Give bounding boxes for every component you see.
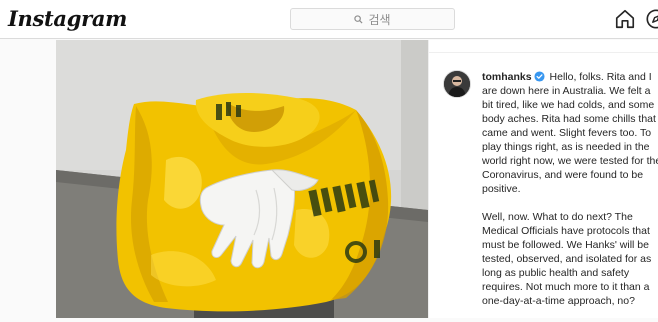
caption-text: Hello, folks. Rita and I are down here i… <box>482 71 658 195</box>
compass-icon[interactable] <box>645 8 658 30</box>
post-photo[interactable] <box>56 40 428 318</box>
caption-paragraph: tomhanks Hello, folks. Rita and I are do… <box>482 70 658 196</box>
search-icon <box>354 14 363 24</box>
panel-divider <box>429 52 658 53</box>
home-icon[interactable] <box>614 8 636 30</box>
caption-text: Well, now. What to do next? The Medical … <box>482 211 652 307</box>
top-navigation-bar: Instagram 검색 <box>0 0 658 39</box>
instagram-logo[interactable]: Instagram <box>8 6 127 31</box>
author-username[interactable]: tomhanks <box>482 71 532 83</box>
caption-paragraph: Well, now. What to do next? The Medical … <box>482 210 658 308</box>
post-caption: tomhanks Hello, folks. Rita and I are do… <box>482 70 658 322</box>
verified-badge-icon <box>534 71 545 82</box>
author-avatar[interactable] <box>443 70 471 98</box>
post-side-panel: tomhanks Hello, folks. Rita and I are do… <box>428 40 658 318</box>
search-placeholder: 검색 <box>368 12 391 27</box>
search-input[interactable]: 검색 <box>290 8 455 30</box>
avatar-image <box>444 71 470 97</box>
